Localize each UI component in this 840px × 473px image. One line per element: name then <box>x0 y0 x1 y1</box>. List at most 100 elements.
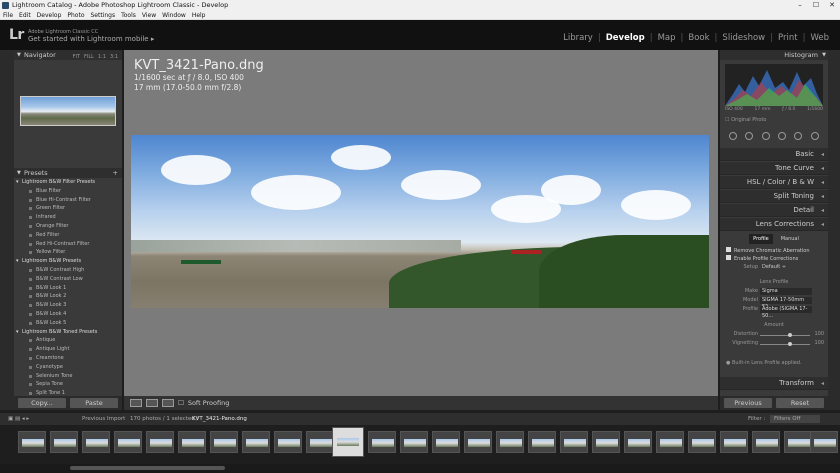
source-label[interactable]: Previous Import <box>82 413 125 425</box>
zoom-3-1[interactable]: 3:1 <box>110 52 118 62</box>
filmstrip-thumb[interactable] <box>274 431 302 453</box>
navigator-header[interactable]: ▼ Navigator FIT FILL 1:1 3:1 <box>14 50 122 60</box>
preset-item[interactable]: Blue Hi-Contrast Filter <box>14 196 122 205</box>
maximize-button[interactable]: ☐ <box>808 0 824 11</box>
preset-item[interactable]: Sepia Tone <box>14 380 122 389</box>
profile-select[interactable]: Adobe (SIGMA 17-50... <box>760 306 812 319</box>
soft-proofing-checkbox[interactable]: ☐ <box>178 396 184 410</box>
crop-tool-icon[interactable] <box>729 132 738 140</box>
filmstrip-thumb[interactable] <box>624 431 652 453</box>
filmstrip-thumb[interactable] <box>50 431 78 453</box>
preset-item[interactable]: Antique <box>14 336 122 345</box>
module-develop[interactable]: Develop <box>601 33 650 43</box>
menu-file[interactable]: File <box>3 11 13 19</box>
filmstrip-thumb[interactable] <box>528 431 556 453</box>
preset-item[interactable]: Yellow Filter <box>14 248 122 257</box>
preset-item[interactable]: Orange Filter <box>14 222 122 231</box>
preset-item[interactable]: Creamtone <box>14 354 122 363</box>
enable-profile-checkbox[interactable]: Enable Profile Corrections <box>726 255 798 262</box>
preset-item[interactable]: B&W Contrast High <box>14 266 122 275</box>
paste-button[interactable]: Paste <box>70 398 118 408</box>
preset-group[interactable]: Lightroom B&W Presets <box>14 257 122 266</box>
filmstrip-thumb[interactable] <box>592 431 620 453</box>
before-after-split-icon[interactable] <box>162 399 174 407</box>
reset-button[interactable]: Reset <box>776 398 824 408</box>
filmstrip-thumb[interactable] <box>146 431 174 453</box>
vignetting-value[interactable]: 100 <box>814 340 824 346</box>
module-book[interactable]: Book <box>683 33 714 43</box>
filmstrip-thumb[interactable] <box>560 431 588 453</box>
filmstrip-thumb[interactable] <box>432 431 460 453</box>
radial-filter-icon[interactable] <box>794 132 803 140</box>
filmstrip-thumb[interactable] <box>210 431 238 453</box>
adjustment-brush-icon[interactable] <box>810 132 819 140</box>
filter-select[interactable]: Filters Off <box>770 415 820 423</box>
section-lens-corrections[interactable]: Lens Corrections <box>720 218 828 231</box>
preset-item[interactable]: B&W Look 2 <box>14 292 122 301</box>
minimize-button[interactable]: – <box>792 0 808 11</box>
preset-item[interactable]: Blue Filter <box>14 187 122 196</box>
navigator-preview[interactable] <box>20 96 116 126</box>
current-file[interactable]: KVT_3421-Pano.dng <box>192 413 247 425</box>
preset-item[interactable]: B&W Contrast Low <box>14 275 122 284</box>
filmstrip-thumb[interactable] <box>18 431 46 453</box>
scrollbar-thumb[interactable] <box>70 466 225 470</box>
spot-removal-icon[interactable] <box>745 132 754 140</box>
filmstrip-thumb[interactable] <box>464 431 492 453</box>
preset-item[interactable]: Antique Light <box>14 345 122 354</box>
menu-help[interactable]: Help <box>192 11 206 19</box>
filmstrip-scrollbar[interactable] <box>0 464 840 473</box>
filmstrip-thumb[interactable] <box>368 431 396 453</box>
section-split-toning[interactable]: Split Toning <box>720 190 828 203</box>
loupe-view-icon[interactable] <box>130 399 142 407</box>
preset-item[interactable]: Cyanotype <box>14 363 122 372</box>
menu-photo[interactable]: Photo <box>67 11 84 19</box>
section-tone-curve[interactable]: Tone Curve <box>720 162 828 175</box>
module-print[interactable]: Print <box>773 33 803 43</box>
add-preset-icon[interactable]: + <box>113 168 118 178</box>
menu-window[interactable]: Window <box>162 11 186 19</box>
right-panel-collapse[interactable] <box>828 50 840 410</box>
filmstrip-thumb[interactable] <box>784 431 812 453</box>
section-basic[interactable]: Basic <box>720 148 828 161</box>
menu-settings[interactable]: Settings <box>91 11 116 19</box>
filmstrip-thumb[interactable] <box>496 431 524 453</box>
preset-item[interactable]: B&W Look 4 <box>14 310 122 319</box>
make-select[interactable]: Sigma <box>760 288 812 295</box>
filmstrip-thumb[interactable] <box>688 431 716 453</box>
zoom-fit[interactable]: FIT <box>73 52 80 62</box>
tab-profile[interactable]: Profile <box>749 234 773 244</box>
remove-ca-checkbox[interactable]: Remove Chromatic Aberration <box>726 247 810 254</box>
menu-edit[interactable]: Edit <box>19 11 31 19</box>
zoom-1-1[interactable]: 1:1 <box>98 52 106 62</box>
section-detail[interactable]: Detail <box>720 204 828 217</box>
filmstrip-thumb[interactable] <box>720 431 748 453</box>
original-photo-checkbox[interactable]: ☐ Original Photo <box>725 117 767 123</box>
setup-select[interactable]: Default ÷ <box>760 264 812 271</box>
panorama-photo[interactable] <box>131 135 709 308</box>
preset-item[interactable]: B&W Look 1 <box>14 284 122 293</box>
before-after-icon[interactable] <box>146 399 158 407</box>
zoom-fill[interactable]: FILL <box>84 52 94 62</box>
filmstrip-thumb[interactable] <box>178 431 206 453</box>
previous-button[interactable]: Previous <box>724 398 772 408</box>
section-hsl[interactable]: HSL / Color / B & W <box>720 176 828 189</box>
menu-develop[interactable]: Develop <box>37 11 62 19</box>
filmstrip-thumb[interactable] <box>810 431 838 453</box>
preset-item[interactable]: Selenium Tone <box>14 372 122 381</box>
preset-item[interactable]: Green Filter <box>14 204 122 213</box>
copy-button[interactable]: Copy... <box>18 398 66 408</box>
presets-header[interactable]: ▼ Presets + <box>14 168 122 178</box>
graduated-filter-icon[interactable] <box>778 132 787 140</box>
preset-item[interactable]: B&W Look 5 <box>14 319 122 328</box>
preset-group[interactable]: Lightroom B&W Filter Presets <box>14 178 122 187</box>
preset-item[interactable]: Red Hi-Contrast Filter <box>14 240 122 249</box>
filmstrip-thumb[interactable] <box>114 431 142 453</box>
histogram-chart[interactable] <box>725 64 823 106</box>
preset-item[interactable]: Red Filter <box>14 231 122 240</box>
preset-item[interactable]: B&W Look 3 <box>14 301 122 310</box>
model-select[interactable]: SIGMA 17-50mm F2... <box>760 297 812 310</box>
section-transform[interactable]: Transform <box>720 377 828 390</box>
menu-tools[interactable]: Tools <box>121 11 136 19</box>
filmstrip-thumb[interactable] <box>242 431 270 453</box>
